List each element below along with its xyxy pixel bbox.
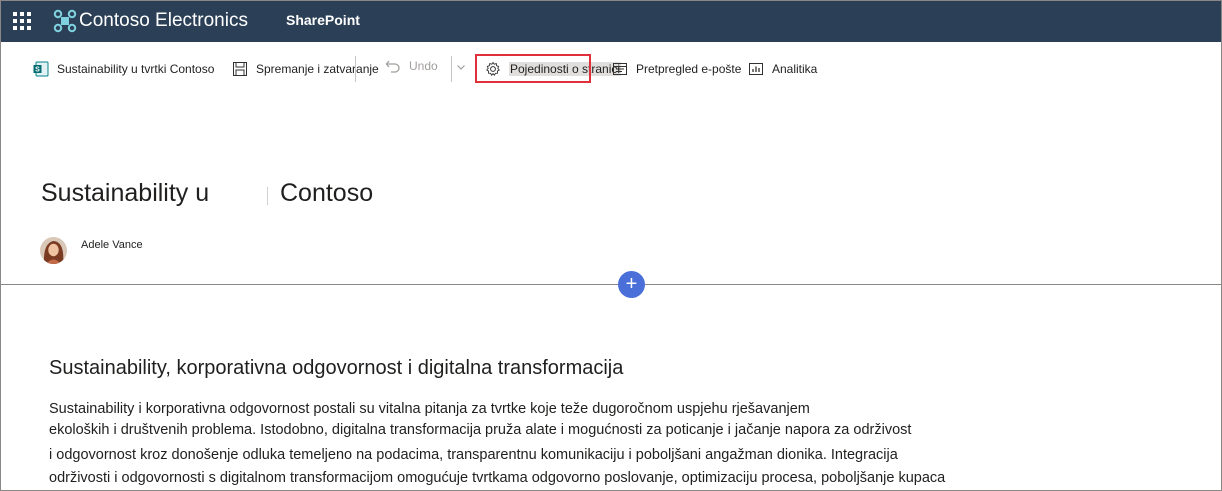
- avatar: [40, 237, 67, 264]
- undo-button[interactable]: Undo: [385, 56, 438, 76]
- page-title[interactable]: Sustainability u: [41, 179, 209, 208]
- paragraph-line[interactable]: ekoloških i društvenih problema. Istodob…: [49, 422, 911, 438]
- page-details-label: Pojedinosti o stranici: [509, 62, 622, 76]
- save-close-label: Spremanje i zatvaranje: [256, 62, 379, 76]
- undo-icon: [385, 60, 400, 73]
- command-separator: [355, 56, 356, 82]
- section-divider: [1, 284, 1221, 285]
- chevron-down-icon: [457, 65, 465, 70]
- command-bar: S Sustainability u tvrtki Contoso Sprema…: [1, 42, 1221, 92]
- brand-name[interactable]: Contoso Electronics: [79, 10, 248, 32]
- email-preview-icon: [613, 63, 627, 75]
- paragraph-line[interactable]: i odgovornost kroz donošenje odluka teme…: [49, 447, 898, 463]
- undo-label: Undo: [409, 59, 438, 73]
- undo-dropdown-button[interactable]: [456, 57, 466, 77]
- paragraph-line[interactable]: održivosti i odgovornosti s digitalnom t…: [49, 470, 945, 486]
- app-launcher-icon[interactable]: [13, 12, 31, 30]
- sharepoint-site-icon: S: [33, 61, 49, 77]
- page-details-button[interactable]: Pojedinosti o stranici: [485, 59, 622, 79]
- suite-bar: Contoso Electronics SharePoint: [1, 1, 1221, 42]
- site-link-button[interactable]: S Sustainability u tvrtki Contoso: [33, 59, 214, 79]
- plus-icon: +: [625, 273, 638, 295]
- command-separator: [451, 56, 452, 82]
- author-name[interactable]: Adele Vance: [81, 239, 143, 251]
- svg-text:S: S: [35, 67, 40, 74]
- paragraph-line[interactable]: Sustainability i korporativna odgovornos…: [49, 401, 810, 417]
- add-section-button[interactable]: +: [618, 271, 645, 298]
- title-text-cursor: [267, 187, 268, 205]
- site-link-label: Sustainability u tvrtki Contoso: [57, 62, 215, 76]
- save-close-button[interactable]: Spremanje i zatvaranje: [232, 59, 379, 79]
- gear-icon: [486, 61, 500, 76]
- app-name[interactable]: SharePoint: [286, 12, 360, 28]
- author-photo: [40, 237, 67, 264]
- analytics-button[interactable]: Analitika: [748, 59, 817, 79]
- contoso-logo-icon: [53, 9, 77, 33]
- page-title-end[interactable]: Contoso: [280, 179, 373, 208]
- sharepoint-window: Contoso Electronics SharePoint S Sustain…: [0, 0, 1222, 491]
- save-icon: [233, 62, 247, 76]
- analytics-label: Analitika: [772, 62, 818, 76]
- analytics-icon: [749, 63, 763, 75]
- email-preview-button[interactable]: Pretpregled e-pošte: [612, 59, 741, 79]
- email-preview-label: Pretpregled e-pošte: [636, 62, 742, 76]
- content-heading[interactable]: Sustainability, korporativna odgovornost…: [49, 357, 623, 380]
